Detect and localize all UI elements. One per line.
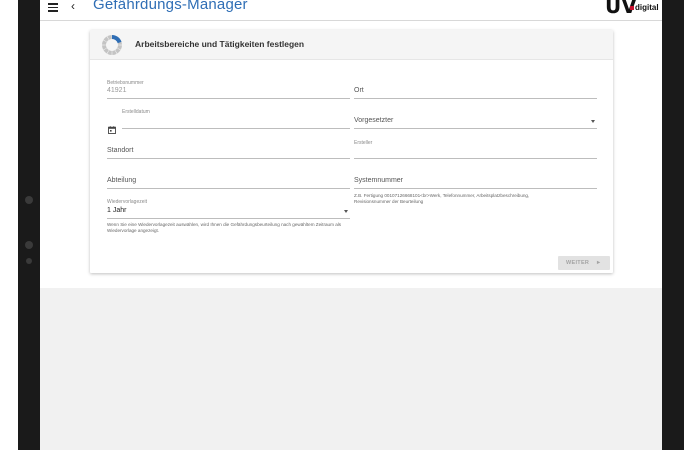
form-card: Arbeitsbereiche und Tätigkeiten festlege…	[90, 30, 613, 273]
uv-digital-logo: UV digital	[605, 0, 660, 18]
abteilung-placeholder: Abteilung	[107, 177, 137, 184]
progress-ring-icon	[102, 35, 122, 55]
weiter-button[interactable]: WEITER ▸	[558, 256, 610, 270]
vorgesetzter-placeholder: Vorgesetzter	[354, 117, 394, 124]
chevron-left-icon[interactable]: ‹	[71, 0, 75, 13]
betriebsnummer-value: 41921	[107, 87, 127, 94]
ersteller-field[interactable]: Ersteller	[354, 138, 597, 159]
device-side-button	[25, 196, 33, 204]
ersteller-label: Ersteller	[354, 140, 373, 146]
app-title: Gefährdungs-Manager	[93, 0, 248, 13]
ort-placeholder: Ort	[354, 87, 364, 94]
device-bezel-left	[18, 0, 40, 450]
logo-digital-text: digital	[635, 3, 659, 12]
logo-red-dot	[630, 6, 634, 10]
app-bar: ‹ Gefährdungs-Manager UV digital	[40, 0, 662, 21]
card-header: Arbeitsbereiche und Tätigkeiten festlege…	[90, 30, 613, 60]
weiter-button-label: WEITER	[566, 260, 590, 266]
standort-field[interactable]: Standort	[107, 145, 350, 159]
calendar-icon[interactable]	[108, 126, 116, 134]
wiedervorlagezeit-label: Wiedervorlagezeit	[107, 199, 148, 205]
main-content: Arbeitsbereiche und Tätigkeiten festlege…	[40, 21, 662, 288]
app-screen: ‹ Gefährdungs-Manager UV digital Arbeits…	[40, 0, 662, 450]
empty-background	[40, 288, 662, 450]
systemnummer-field[interactable]: Systemnummer	[354, 175, 597, 189]
wiedervorlagezeit-select[interactable]: Wiedervorlagezeit 1 Jahr	[107, 199, 350, 219]
erstelldatum-label: Erstelldatum	[122, 109, 150, 115]
vorgesetzter-select[interactable]: Vorgesetzter	[354, 115, 597, 129]
wiedervorlagezeit-hint: Wenn Sie eine Wiedervorlagezeit auswähle…	[107, 222, 342, 233]
systemnummer-hint: Z.B. Fertigung 00107126668101<br>Werk, T…	[354, 193, 530, 204]
chevron-down-icon	[344, 210, 348, 213]
device-bezel-right	[662, 0, 684, 450]
systemnummer-placeholder: Systemnummer	[354, 177, 404, 184]
standort-placeholder: Standort	[107, 147, 134, 154]
card-title: Arbeitsbereiche und Tätigkeiten festlege…	[135, 39, 305, 49]
chevron-down-icon	[591, 120, 595, 123]
betriebsnummer-field[interactable]: Betriebsnummer 41921	[107, 80, 350, 99]
wiedervorlagezeit-value: 1 Jahr	[107, 207, 127, 214]
device-side-button	[25, 241, 33, 249]
erstelldatum-field[interactable]: Erstelldatum	[122, 109, 350, 129]
ort-field[interactable]: Ort	[354, 85, 597, 99]
menu-icon[interactable]	[48, 3, 58, 12]
abteilung-field[interactable]: Abteilung	[107, 175, 350, 189]
betriebsnummer-label: Betriebsnummer	[107, 80, 144, 86]
device-side-button	[26, 258, 32, 264]
chevron-right-icon: ▸	[597, 260, 601, 266]
